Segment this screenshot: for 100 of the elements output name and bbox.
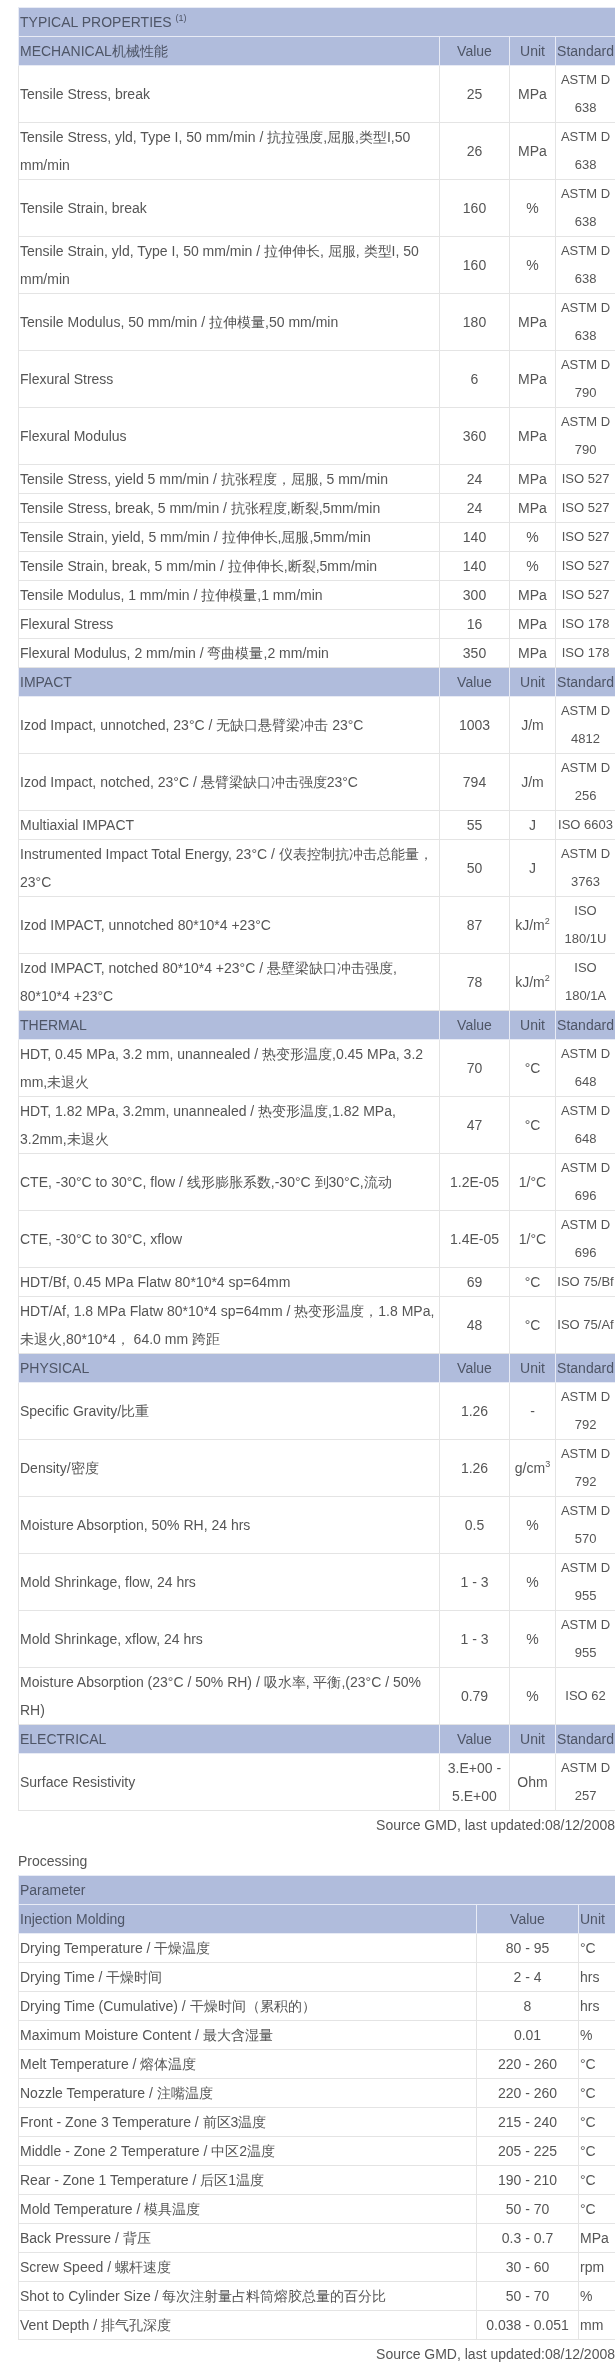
value-cell: 205 - 225 xyxy=(476,2136,579,2166)
unit-cell: % xyxy=(509,236,556,294)
property-cell: Tensile Stress, break xyxy=(18,65,440,123)
table-title: Parameter xyxy=(18,1875,615,1905)
property-cell: Specific Gravity/比重 xyxy=(18,1382,440,1440)
value-cell: 26 xyxy=(439,122,510,180)
value-cell: 70 xyxy=(439,1039,510,1097)
unit-cell: MPa xyxy=(509,609,556,639)
value-cell: 220 - 260 xyxy=(476,2049,579,2079)
column-header: Value xyxy=(439,1724,510,1754)
parameter-cell: Mold Temperature / 模具温度 xyxy=(18,2194,477,2224)
value-cell: 1.4E-05 xyxy=(439,1210,510,1268)
unit-cell: °C xyxy=(509,1296,556,1354)
value-cell: 87 xyxy=(439,896,510,954)
table-title: TYPICAL PROPERTIES $^{(1)}$ xyxy=(18,7,615,37)
property-cell: Density/密度 xyxy=(18,1439,440,1497)
value-cell: 25 xyxy=(439,65,510,123)
value-cell: 1 - 3 xyxy=(439,1610,510,1668)
value-cell: 0.5 xyxy=(439,1496,510,1554)
section-header: ELECTRICAL xyxy=(18,1724,440,1754)
property-cell: Instrumented Impact Total Energy, 23°C / 仪表控制抗冲击总能量，23°C xyxy=(18,839,440,897)
property-cell: Moisture Absorption (23°C / 50% RH) / 吸水率, 平衡,(23°C / 50% RH) xyxy=(18,1667,440,1725)
column-header: Standard xyxy=(555,1353,615,1383)
parameter-cell: Drying Temperature / 干燥温度 xyxy=(18,1933,477,1963)
source-note: Source GMD, last updated:08/12/2008 xyxy=(375,2345,615,2364)
unit-cell: % xyxy=(509,1496,556,1554)
property-cell: Flexural Stress xyxy=(18,609,440,639)
unit-cell: MPa xyxy=(509,493,556,523)
value-cell: 180 xyxy=(439,293,510,351)
unit-cell: MPa xyxy=(509,65,556,123)
unit-cell: 1/°C xyxy=(509,1210,556,1268)
parameter-cell: Shot to Cylinder Size / 每次注射量占料筒熔胶总量的百分比 xyxy=(18,2281,477,2311)
section-header: PHYSICAL xyxy=(18,1353,440,1383)
value-cell: 2 - 4 xyxy=(476,1962,579,1992)
property-cell: Izod IMPACT, unnotched 80*10*4 +23°C xyxy=(18,896,440,954)
unit-cell: Ohm xyxy=(509,1753,556,1811)
column-header: Value xyxy=(439,1010,510,1040)
parameter-cell: Screw Speed / 螺杆速度 xyxy=(18,2252,477,2282)
value-cell: 24 xyxy=(439,493,510,523)
property-cell: HDT, 0.45 MPa, 3.2 mm, unannealed / 热变形温度,0.45 MPa, 3.2 mm,未退火 xyxy=(18,1039,440,1097)
unit-cell: J/m xyxy=(509,753,556,811)
unit-cell: % xyxy=(509,1553,556,1611)
unit-cell: J/m xyxy=(509,696,556,754)
column-header: Standard xyxy=(555,1010,615,1040)
value-cell: 160 xyxy=(439,179,510,237)
property-cell: Tensile Strain, yld, Type I, 50 mm/min / 拉伸伸长, 屈服, 类型I, 50 mm/min xyxy=(18,236,440,294)
value-cell: 48 xyxy=(439,1296,510,1354)
value-cell: 1.26 xyxy=(439,1439,510,1497)
unit-cell: MPa xyxy=(509,407,556,465)
parameter-cell: Front - Zone 3 Temperature / 前区3温度 xyxy=(18,2107,477,2137)
property-cell: Mold Shrinkage, xflow, 24 hrs xyxy=(18,1610,440,1668)
property-cell: Tensile Stress, yield 5 mm/min / 抗张程度，屈服, 5 mm/min xyxy=(18,464,440,494)
value-cell: 360 xyxy=(439,407,510,465)
value-cell: 1003 xyxy=(439,696,510,754)
property-cell: Flexural Modulus, 2 mm/min / 弯曲模量,2 mm/min xyxy=(18,638,440,668)
parameter-cell: Back Pressure / 背压 xyxy=(18,2223,477,2253)
value-cell: 1.26 xyxy=(439,1382,510,1440)
value-cell: 3.E+00 - 5.E+00 xyxy=(439,1753,510,1811)
unit-cell: kJ/m$^{2}$ xyxy=(509,953,556,1011)
unit-cell: MPa xyxy=(509,580,556,610)
value-cell: 50 - 70 xyxy=(476,2281,579,2311)
parameter-cell: Middle - Zone 2 Temperature / 中区2温度 xyxy=(18,2136,477,2166)
section-header: THERMAL xyxy=(18,1010,440,1040)
section-title: Processing xyxy=(18,1852,89,1871)
value-cell: 160 xyxy=(439,236,510,294)
unit-cell: 1/°C xyxy=(509,1153,556,1211)
value-cell: 220 - 260 xyxy=(476,2078,579,2108)
value-cell: 50 - 70 xyxy=(476,2194,579,2224)
value-cell: 80 - 95 xyxy=(476,1933,579,1963)
value-cell: 24 xyxy=(439,464,510,494)
parameter-cell: Rear - Zone 1 Temperature / 后区1温度 xyxy=(18,2165,477,2195)
property-cell: HDT/Af, 1.8 MPa Flatw 80*10*4 sp=64mm / 热变形温度，1.8 MPa, 未退火,80*10*4， 64.0 mm 跨距 xyxy=(18,1296,440,1354)
value-cell: 190 - 210 xyxy=(476,2165,579,2195)
column-header: Standard xyxy=(555,1724,615,1754)
value-cell: 69 xyxy=(439,1267,510,1297)
unit-cell: % xyxy=(509,1667,556,1725)
unit-cell: MPa xyxy=(509,464,556,494)
unit-cell: g/cm$^{3}$ xyxy=(509,1439,556,1497)
value-cell: 794 xyxy=(439,753,510,811)
value-cell: 0.01 xyxy=(476,2020,579,2050)
property-cell: HDT, 1.82 MPa, 3.2mm, unannealed / 热变形温度,1.82 MPa, 3.2mm,未退火 xyxy=(18,1096,440,1154)
value-cell: 1.2E-05 xyxy=(439,1153,510,1211)
value-cell: 140 xyxy=(439,522,510,552)
value-cell: 140 xyxy=(439,551,510,581)
property-cell: Tensile Strain, break xyxy=(18,179,440,237)
property-cell: Tensile Strain, break, 5 mm/min / 拉伸伸长,断裂,5mm/min xyxy=(18,551,440,581)
value-cell: 78 xyxy=(439,953,510,1011)
value-cell: 0.3 - 0.7 xyxy=(476,2223,579,2253)
unit-cell: MPa xyxy=(509,350,556,408)
unit-cell: °C xyxy=(509,1096,556,1154)
unit-cell: % xyxy=(509,551,556,581)
property-cell: Tensile Stress, yld, Type I, 50 mm/min / 抗拉强度,屈服,类型I,50 mm/min xyxy=(18,122,440,180)
value-cell: 55 xyxy=(439,810,510,840)
property-cell: Tensile Modulus, 1 mm/min / 拉伸模量,1 mm/min xyxy=(18,580,440,610)
property-cell: Mold Shrinkage, flow, 24 hrs xyxy=(18,1553,440,1611)
parameter-cell: Maximum Moisture Content / 最大含湿量 xyxy=(18,2020,477,2050)
parameter-cell: Vent Depth / 排气孔深度 xyxy=(18,2310,477,2340)
parameter-cell: Melt Temperature / 熔体温度 xyxy=(18,2049,477,2079)
unit-cell: °C xyxy=(509,1267,556,1297)
property-cell: Tensile Strain, yield, 5 mm/min / 拉伸伸长,屈服,5mm/min xyxy=(18,522,440,552)
